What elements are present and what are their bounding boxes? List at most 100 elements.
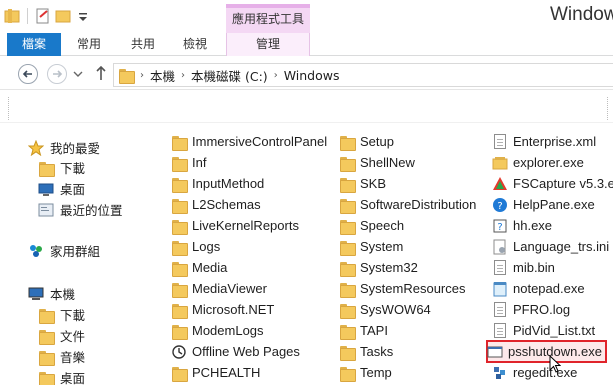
list-item[interactable]: Inf [171, 152, 206, 173]
list-item[interactable]: Media [171, 257, 227, 278]
new-folder-icon[interactable] [55, 8, 71, 24]
quick-access-toolbar [4, 8, 91, 24]
list-item[interactable]: Tasks [339, 341, 393, 362]
list-item[interactable]: L2Schemas [171, 194, 261, 215]
list-item[interactable]: FSCapture v5.3.exe [492, 173, 613, 194]
list-item[interactable]: Temp [339, 362, 392, 383]
list-item[interactable]: notepad.exe [492, 278, 585, 299]
list-item[interactable]: PCHEALTH [171, 362, 260, 383]
back-arrow-icon [22, 70, 32, 78]
list-item[interactable]: ? hh.exe [492, 215, 552, 236]
settings-file-icon [492, 239, 508, 255]
list-item[interactable]: Microsoft.NET [171, 299, 274, 320]
desktop-icon [38, 181, 54, 197]
list-item[interactable]: LiveKernelReports [171, 215, 299, 236]
tab-share[interactable]: 共用 [118, 33, 168, 56]
list-item[interactable]: PidVid_List.txt [492, 320, 595, 341]
item-name: Temp [360, 365, 392, 380]
back-button[interactable] [18, 64, 38, 84]
list-item[interactable]: Setup [339, 131, 394, 152]
forward-arrow-icon [53, 70, 63, 78]
list-item[interactable]: ImmersiveControlPanel [171, 131, 327, 152]
ribbon-tabs: 檔案 常用 共用 檢視 管理 [0, 33, 613, 56]
list-item[interactable]: explorer.exe [492, 152, 584, 173]
svg-text:?: ? [497, 222, 502, 233]
breadcrumb-chevron-icon[interactable]: › [140, 70, 144, 81]
music-icon [38, 349, 54, 365]
recent-locations-button[interactable] [73, 67, 83, 82]
breadcrumb-this-pc[interactable]: 本機 [150, 66, 175, 85]
list-item[interactable]: SoftwareDistribution [339, 194, 476, 215]
nav-favorites[interactable]: 我的最愛 [27, 138, 100, 157]
xml-file-icon [492, 133, 508, 150]
title-bar: 應用程式工具 Windows [0, 0, 613, 33]
breadcrumb-chevron-icon[interactable]: › [274, 70, 278, 81]
breadcrumb-chevron-icon[interactable]: › [181, 70, 185, 81]
nav-this-pc-downloads[interactable]: 下載 [38, 305, 85, 324]
customize-toolbar-icon[interactable] [75, 8, 91, 24]
tab-view[interactable]: 檢視 [170, 33, 220, 56]
address-bar[interactable]: › 本機 › 本機磁碟 (C:) › Windows [113, 63, 613, 87]
folder-icon [118, 67, 135, 84]
up-button[interactable] [94, 65, 108, 84]
item-name: hh.exe [513, 218, 553, 233]
nav-this-pc-documents[interactable]: 文件 [38, 326, 85, 345]
downloads-icon [38, 160, 54, 176]
desktop-icon [38, 370, 54, 385]
folder-icon [339, 218, 356, 235]
computer-icon [28, 286, 44, 302]
nav-homegroup[interactable]: 家用群組 [28, 241, 100, 260]
nav-homegroup-label: 家用群組 [50, 244, 101, 259]
properties-icon[interactable] [35, 8, 51, 24]
item-name: Language_trs.ini [513, 239, 610, 254]
star-icon [27, 139, 45, 156]
list-item[interactable]: ShellNew [339, 152, 415, 173]
list-item[interactable]: TAPI [339, 320, 388, 341]
breadcrumb-windows[interactable]: Windows [284, 68, 340, 83]
tab-manage[interactable]: 管理 [226, 33, 310, 56]
nav-this-pc-desktop[interactable]: 桌面 [38, 368, 85, 385]
navigation-bar: › 本機 › 本機磁碟 (C:) › Windows [0, 57, 613, 90]
tab-file[interactable]: 檔案 [7, 33, 61, 56]
item-name: PCHEALTH [192, 365, 261, 380]
list-item[interactable]: Language_trs.ini [492, 236, 609, 257]
folder-icon [171, 134, 188, 151]
list-item[interactable]: System32 [339, 257, 418, 278]
folder-icon [339, 239, 356, 256]
breadcrumb-local-disk[interactable]: 本機磁碟 (C:) [191, 66, 268, 85]
item-name: Logs [192, 239, 221, 254]
list-item[interactable]: PFRO.log [492, 299, 570, 320]
list-item[interactable]: MediaViewer [171, 278, 267, 299]
list-item[interactable]: SysWOW64 [339, 299, 431, 320]
folder-icon[interactable] [4, 8, 20, 24]
list-item[interactable]: regedit.exe [492, 362, 577, 383]
list-item[interactable]: Speech [339, 215, 404, 236]
list-item[interactable]: Enterprise.xml [492, 131, 596, 152]
item-name: InputMethod [192, 176, 265, 191]
forward-button[interactable] [47, 64, 67, 84]
item-name: SoftwareDistribution [360, 197, 477, 212]
list-item[interactable]: System [339, 236, 403, 257]
list-item[interactable]: ModemLogs [171, 320, 264, 341]
list-item[interactable]: SystemResources [339, 278, 465, 299]
tab-home[interactable]: 常用 [64, 33, 114, 56]
list-item[interactable]: ? HelpPane.exe [492, 194, 595, 215]
list-item[interactable]: SKB [339, 173, 386, 194]
context-header-label: 應用程式工具 [231, 12, 304, 26]
nav-favorites-recent-places[interactable]: 最近的位置 [38, 200, 123, 219]
nav-favorites-downloads[interactable]: 下載 [38, 158, 85, 177]
nav-favorites-desktop[interactable]: 桌面 [38, 179, 85, 198]
folder-icon [171, 323, 188, 340]
list-item[interactable]: Logs [171, 236, 220, 257]
list-item-selected[interactable]: psshutdown.exe [486, 340, 607, 363]
list-item[interactable]: mib.bin [492, 257, 555, 278]
list-item[interactable]: InputMethod [171, 173, 264, 194]
notepad-icon [492, 281, 508, 297]
log-file-icon [492, 301, 508, 318]
list-item[interactable]: Offline Web Pages [171, 341, 300, 362]
nav-this-pc[interactable]: 本機 [28, 284, 75, 303]
folder-icon [171, 176, 188, 193]
item-name: TAPI [360, 323, 388, 338]
nav-this-pc-music[interactable]: 音樂 [38, 347, 85, 366]
folder-icon [339, 134, 356, 151]
